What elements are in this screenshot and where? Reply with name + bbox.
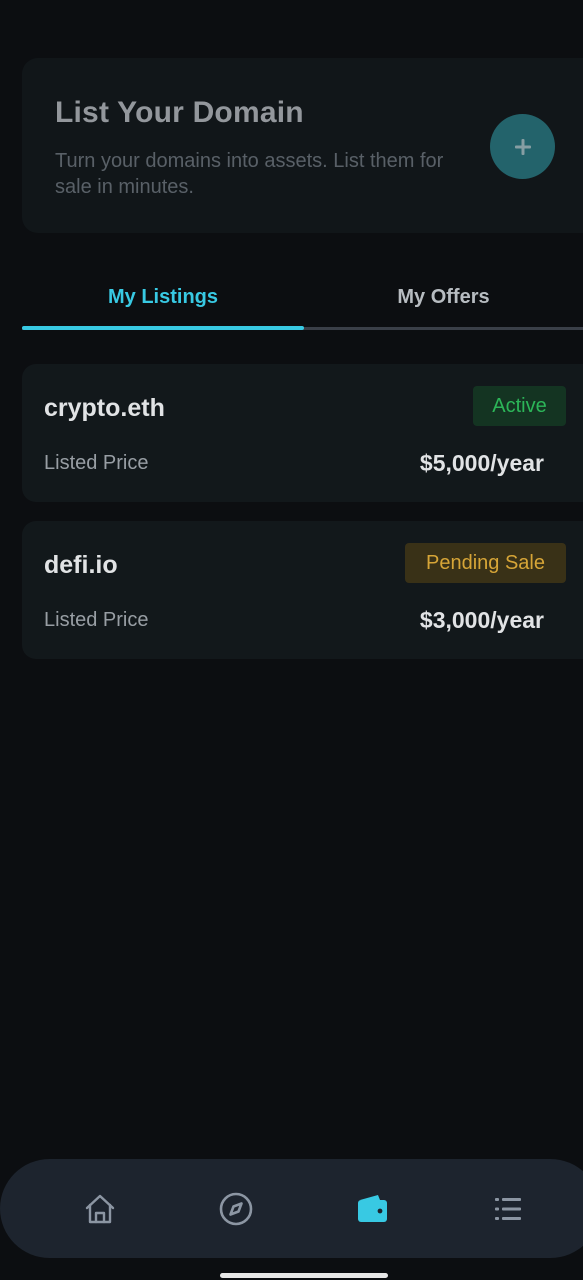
list-domain-card: List Your Domain Turn your domains into … <box>22 58 583 233</box>
nav-wallet-button[interactable] <box>352 1189 392 1229</box>
price-value: $5,000/year <box>419 450 544 476</box>
domain-name: crypto.eth <box>44 394 165 422</box>
listings-screen: List Your Domain Turn your domains into … <box>0 0 583 1280</box>
listing-card[interactable]: crypto.eth Active Listed Price $5,000/ye… <box>22 364 583 502</box>
domain-name: defi.io <box>44 551 118 579</box>
compass-icon <box>219 1192 253 1226</box>
tab-my-offers[interactable]: My Offers <box>304 266 583 328</box>
bottom-navigation <box>0 1159 583 1258</box>
status-badge: Active <box>473 386 566 426</box>
nav-home-button[interactable] <box>80 1189 120 1229</box>
listing-card[interactable]: defi.io Pending Sale Listed Price $3,000… <box>22 521 583 659</box>
active-tab-indicator <box>22 326 304 330</box>
price-label: Listed Price <box>44 609 149 631</box>
plus-icon <box>514 138 531 155</box>
home-icon <box>85 1194 115 1224</box>
tab-my-listings[interactable]: My Listings <box>22 266 304 328</box>
add-listing-button[interactable] <box>490 114 555 179</box>
status-badge: Pending Sale <box>405 543 566 583</box>
price-value: $3,000/year <box>419 607 544 633</box>
promo-title: List Your Domain <box>55 96 304 129</box>
nav-explore-button[interactable] <box>216 1189 256 1229</box>
nav-menu-button[interactable] <box>488 1189 528 1229</box>
list-icon <box>495 1198 521 1220</box>
wallet-icon <box>358 1195 387 1222</box>
price-label: Listed Price <box>44 452 149 474</box>
home-indicator[interactable] <box>220 1273 388 1278</box>
promo-description: Turn your domains into assets. List them… <box>55 150 444 198</box>
listing-tabs: My Listings My Offers <box>22 266 583 332</box>
